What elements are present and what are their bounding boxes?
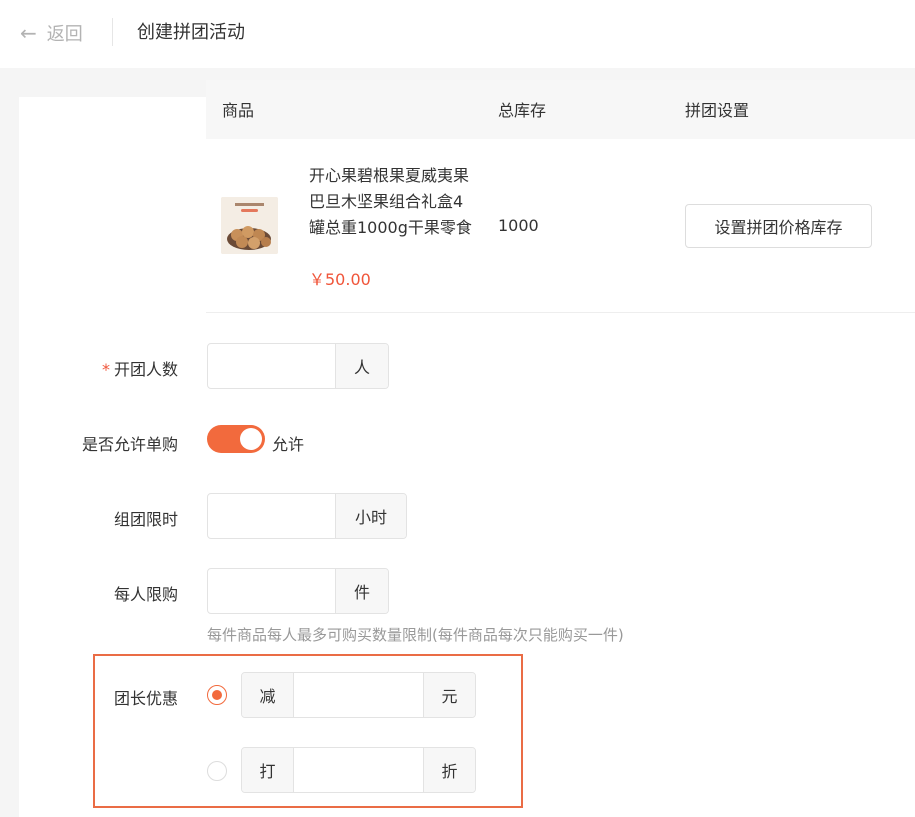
single-buy-status: 允许 xyxy=(272,435,305,454)
product-price: ￥50.00 xyxy=(309,270,371,289)
time-limit-label: 组团限时 xyxy=(113,510,178,529)
per-person-input-group: 件 xyxy=(207,568,389,614)
page-title: 创建拼团活动 xyxy=(137,22,245,43)
per-person-unit: 件 xyxy=(336,569,388,613)
group-size-input-group: 人 xyxy=(207,343,389,389)
toggle-knob xyxy=(240,428,262,450)
table-header: 商品 总库存 拼团设置 xyxy=(206,80,915,139)
discount-rate-unit: 折 xyxy=(424,748,475,792)
column-header-settings: 拼团设置 xyxy=(685,101,750,120)
discount-amount-prefix: 减 xyxy=(242,673,294,717)
product-stock: 1000 xyxy=(498,216,539,235)
time-limit-input-group: 小时 xyxy=(207,493,407,539)
discount-rate-input[interactable] xyxy=(294,748,424,792)
discount-rate-prefix: 打 xyxy=(242,748,294,792)
discount-amount-radio[interactable] xyxy=(207,685,227,705)
column-header-product: 商品 xyxy=(222,101,255,120)
discount-rate-input-group: 打 折 xyxy=(241,747,476,793)
back-label: 返回 xyxy=(46,24,83,45)
back-button[interactable]: ← 返回 xyxy=(20,20,83,46)
arrow-left-icon: ← xyxy=(20,21,37,45)
per-person-limit-label: 每人限购 xyxy=(113,585,178,604)
per-person-limit-input[interactable] xyxy=(208,569,336,613)
group-size-unit: 人 xyxy=(336,344,388,388)
discount-rate-radio[interactable] xyxy=(207,761,227,781)
time-limit-unit: 小时 xyxy=(336,494,406,538)
per-person-hint: 每件商品每人最多可购买数量限制(每件商品每次只能购买一件) xyxy=(207,626,624,644)
group-size-label: * 开团人数 xyxy=(101,360,178,379)
discount-amount-input[interactable] xyxy=(294,673,424,717)
time-limit-input[interactable] xyxy=(208,494,336,538)
single-buy-label: 是否允许单购 xyxy=(81,435,178,454)
set-group-price-stock-button[interactable]: 设置拼团价格库存 xyxy=(685,204,872,248)
product-thumbnail xyxy=(221,197,278,254)
table-row: 开心果碧根果夏威夷果巴旦木坚果组合礼盒4罐总重1000g干果零食 ￥50.00 … xyxy=(206,139,915,313)
product-name: 开心果碧根果夏威夷果巴旦木坚果组合礼盒4罐总重1000g干果零食 xyxy=(309,166,472,237)
header-divider xyxy=(112,18,113,46)
single-buy-toggle[interactable] xyxy=(207,425,265,453)
discount-amount-unit: 元 xyxy=(424,673,475,717)
column-header-stock: 总库存 xyxy=(498,101,547,120)
top-bar: ← 返回 创建拼团活动 xyxy=(0,0,915,68)
leader-discount-label: 团长优惠 xyxy=(113,689,178,708)
discount-amount-input-group: 减 元 xyxy=(241,672,476,718)
group-size-input[interactable] xyxy=(208,344,336,388)
